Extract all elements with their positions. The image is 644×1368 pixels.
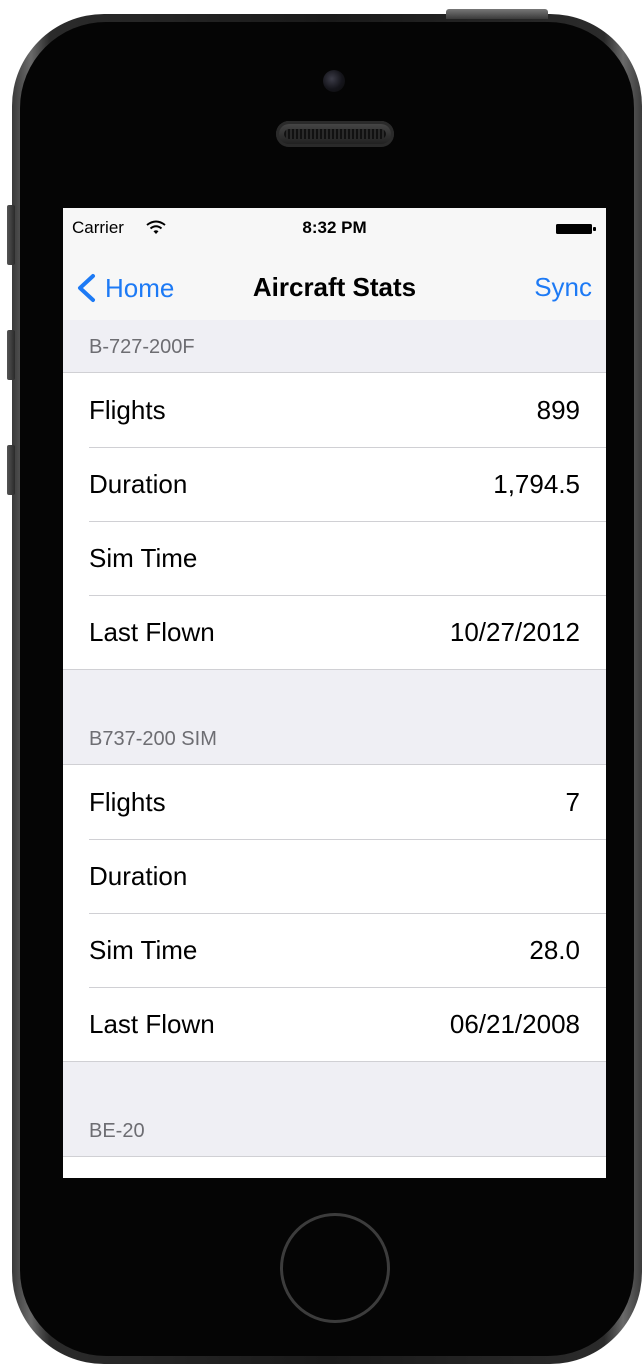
clock: 8:32 PM — [302, 218, 367, 237]
navigation-bar: Home Aircraft Stats Sync — [63, 246, 606, 320]
row-label: Last Flown — [89, 1009, 215, 1039]
section-header: BE-20 — [63, 1104, 606, 1156]
sync-button[interactable]: Sync — [534, 272, 592, 303]
row-label: Sim Time — [89, 543, 198, 573]
front-camera — [323, 70, 345, 92]
table-row[interactable]: Flights 899 — [63, 373, 606, 447]
mute-switch — [7, 205, 15, 265]
row-value: 1,794.5 — [493, 469, 580, 499]
row-label: Flights — [89, 787, 166, 817]
row-value: 899 — [536, 395, 580, 425]
table-row[interactable]: Flights 7 — [63, 765, 606, 839]
row-label: Duration — [89, 469, 188, 499]
status-bar: Carrier 8:32 PM — [63, 208, 606, 246]
table-row[interactable]: Duration 1,794.5 — [63, 447, 606, 521]
row-label: Flights — [89, 395, 166, 425]
section-header-label: B-727-200F — [89, 336, 195, 358]
row-label: Last Flown — [89, 617, 215, 647]
power-button — [446, 9, 548, 19]
section-group — [63, 1156, 606, 1178]
section-header-label: BE-20 — [89, 1120, 145, 1142]
table-row[interactable]: Last Flown 10/27/2012 — [63, 595, 606, 669]
earpiece-speaker — [276, 121, 394, 147]
section-header-label: B737-200 SIM — [89, 728, 217, 750]
screen: Carrier 8:32 PM Home Aircraft Stats Sync… — [63, 208, 606, 1178]
table-row[interactable]: Duration — [63, 839, 606, 913]
table-row-partial[interactable] — [63, 1157, 606, 1178]
row-label: Duration — [89, 861, 188, 891]
row-value: 10/27/2012 — [449, 617, 580, 647]
battery-icon — [556, 224, 596, 234]
row-label: Sim Time — [89, 935, 198, 965]
stats-table: B-727-200F Flights 899 Duration 1,794.5 … — [63, 320, 606, 1178]
page-title: Aircraft Stats — [252, 272, 417, 302]
row-value: 7 — [565, 787, 580, 817]
table-row[interactable]: Sim Time — [63, 521, 606, 595]
table-row[interactable]: Last Flown 06/21/2008 — [63, 987, 606, 1061]
home-button[interactable] — [280, 1213, 390, 1323]
section-header: B-727-200F — [63, 320, 606, 372]
row-value: 06/21/2008 — [449, 1009, 580, 1039]
volume-up-button — [7, 330, 15, 380]
table-row[interactable]: Sim Time 28.0 — [63, 913, 606, 987]
volume-down-button — [7, 445, 15, 495]
section-group: Flights 7 Duration Sim Time 28.0 Last Fl… — [63, 764, 606, 1062]
section-group: Flights 899 Duration 1,794.5 Sim Time La… — [63, 372, 606, 670]
section-header: B737-200 SIM — [63, 712, 606, 764]
row-value: 28.0 — [529, 935, 580, 965]
